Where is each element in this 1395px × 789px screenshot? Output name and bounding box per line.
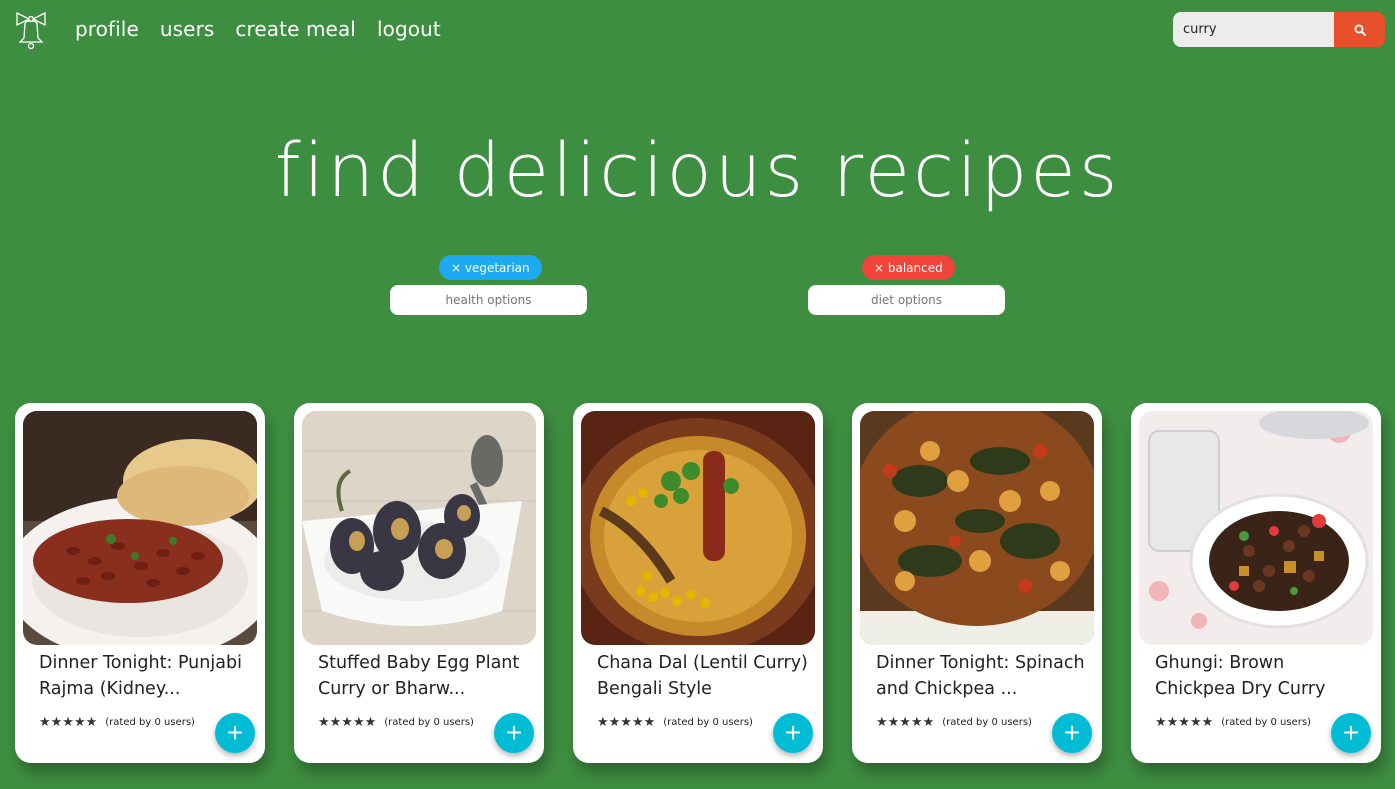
nav-link-logout[interactable]: logout — [377, 17, 441, 41]
page-title: find delicious recipes — [274, 128, 1121, 214]
diet-options-input[interactable] — [808, 285, 1005, 315]
rating-count: (rated by 0 users) — [663, 717, 753, 728]
health-chip-vegetarian[interactable]: × vegetarian — [439, 255, 542, 280]
rating-count: (rated by 0 users) — [942, 717, 1032, 728]
recipe-rating: ★★★★★ (rated by 0 users) — [876, 715, 1032, 730]
recipe-image[interactable] — [1139, 411, 1373, 645]
recipe-rating: ★★★★★ (rated by 0 users) — [1155, 715, 1311, 730]
rating-count: (rated by 0 users) — [105, 717, 195, 728]
nav-link-users[interactable]: users — [160, 17, 215, 41]
health-options-input[interactable] — [390, 285, 587, 315]
add-recipe-button[interactable]: + — [773, 713, 813, 753]
add-recipe-button[interactable]: + — [1331, 713, 1371, 753]
diet-chip-balanced[interactable]: × balanced — [862, 255, 955, 280]
star-rating-icon[interactable]: ★★★★★ — [318, 715, 376, 730]
star-rating-icon[interactable]: ★★★★★ — [1155, 715, 1213, 730]
nav-link-profile[interactable]: profile — [75, 17, 139, 41]
recipe-rating: ★★★★★ (rated by 0 users) — [318, 715, 474, 730]
recipe-title[interactable]: Chana Dal (Lentil Curry) Bengali Style — [597, 650, 812, 702]
recipe-card[interactable]: Dinner Tonight: Punjabi Rajma (Kidney...… — [15, 403, 265, 763]
navbar: profile users create meal logout — [0, 0, 1395, 62]
recipe-title[interactable]: Ghungi: Brown Chickpea Dry Curry — [1155, 650, 1370, 702]
recipe-title[interactable]: Dinner Tonight: Punjabi Rajma (Kidney... — [39, 650, 254, 702]
add-recipe-button[interactable]: + — [1052, 713, 1092, 753]
rating-count: (rated by 0 users) — [1221, 717, 1311, 728]
rating-count: (rated by 0 users) — [384, 717, 474, 728]
star-rating-icon[interactable]: ★★★★★ — [597, 715, 655, 730]
search-icon — [1354, 24, 1366, 36]
recipe-card[interactable]: Ghungi: Brown Chickpea Dry Curry ★★★★★ (… — [1131, 403, 1381, 763]
nav-link-create-meal[interactable]: create meal — [235, 17, 356, 41]
recipe-image[interactable] — [581, 411, 815, 645]
recipe-title[interactable]: Stuffed Baby Egg Plant Curry or Bharw... — [318, 650, 533, 702]
recipe-title[interactable]: Dinner Tonight: Spinach and Chickpea ... — [876, 650, 1091, 702]
recipe-card[interactable]: Dinner Tonight: Spinach and Chickpea ...… — [852, 403, 1102, 763]
recipe-image[interactable] — [23, 411, 257, 645]
recipe-card[interactable]: Stuffed Baby Egg Plant Curry or Bharw...… — [294, 403, 544, 763]
star-rating-icon[interactable]: ★★★★★ — [876, 715, 934, 730]
add-recipe-button[interactable]: + — [494, 713, 534, 753]
bell-logo-icon[interactable] — [14, 10, 48, 50]
recipe-image[interactable] — [302, 411, 536, 645]
star-rating-icon[interactable]: ★★★★★ — [39, 715, 97, 730]
search-bar — [1173, 12, 1385, 47]
recipe-image[interactable] — [860, 411, 1094, 645]
recipe-rating: ★★★★★ (rated by 0 users) — [597, 715, 753, 730]
recipe-card[interactable]: Chana Dal (Lentil Curry) Bengali Style ★… — [573, 403, 823, 763]
search-button[interactable] — [1334, 12, 1385, 47]
add-recipe-button[interactable]: + — [215, 713, 255, 753]
search-input[interactable] — [1173, 12, 1334, 47]
recipe-rating: ★★★★★ (rated by 0 users) — [39, 715, 195, 730]
